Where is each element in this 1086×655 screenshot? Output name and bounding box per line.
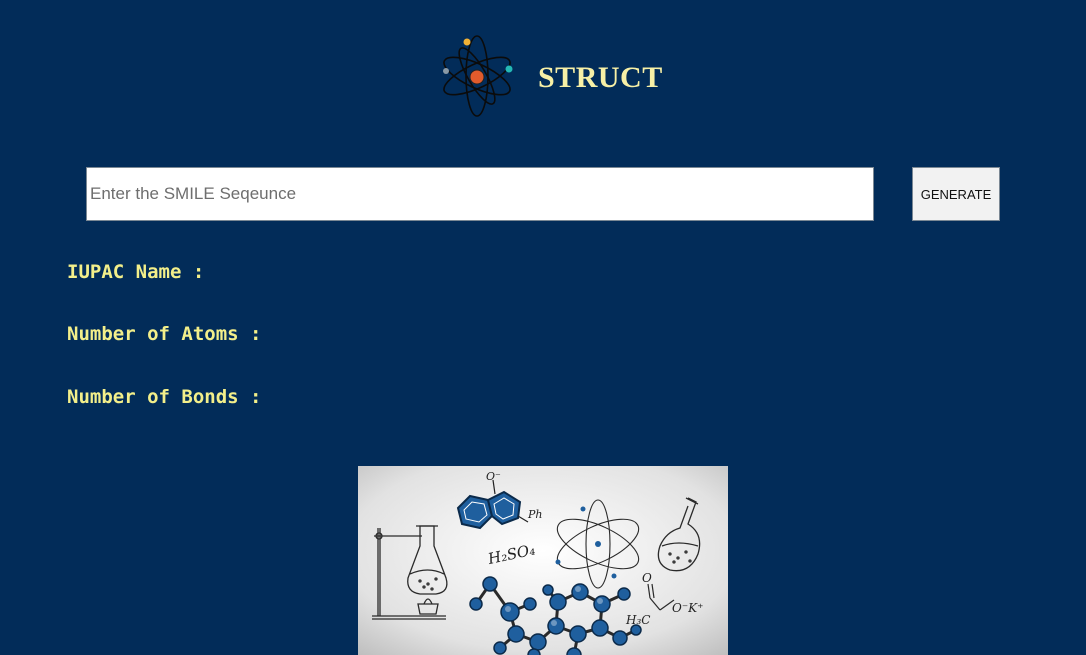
ph-label: Ph <box>527 508 543 521</box>
potassium-salt-label: O⁻K⁺ <box>672 601 703 615</box>
app-title: STRUCT <box>538 61 663 94</box>
iupac-name-label: IUPAC Name : <box>67 261 205 283</box>
chemistry-illustration: O⁻ Ph H₂SO₄ O H₃C O⁻K⁺ <box>358 466 728 655</box>
atom-icon <box>443 35 513 117</box>
app-header: STRUCT <box>0 30 1086 122</box>
generate-button[interactable]: GENERATE <box>912 167 1000 221</box>
bond-count-label: Number of Bonds : <box>67 386 262 408</box>
oxygen-label: O <box>642 571 652 585</box>
smiles-input[interactable] <box>86 167 874 221</box>
atom-count-label: Number of Atoms : <box>67 323 262 345</box>
o-minus-label: O⁻ <box>486 470 501 483</box>
